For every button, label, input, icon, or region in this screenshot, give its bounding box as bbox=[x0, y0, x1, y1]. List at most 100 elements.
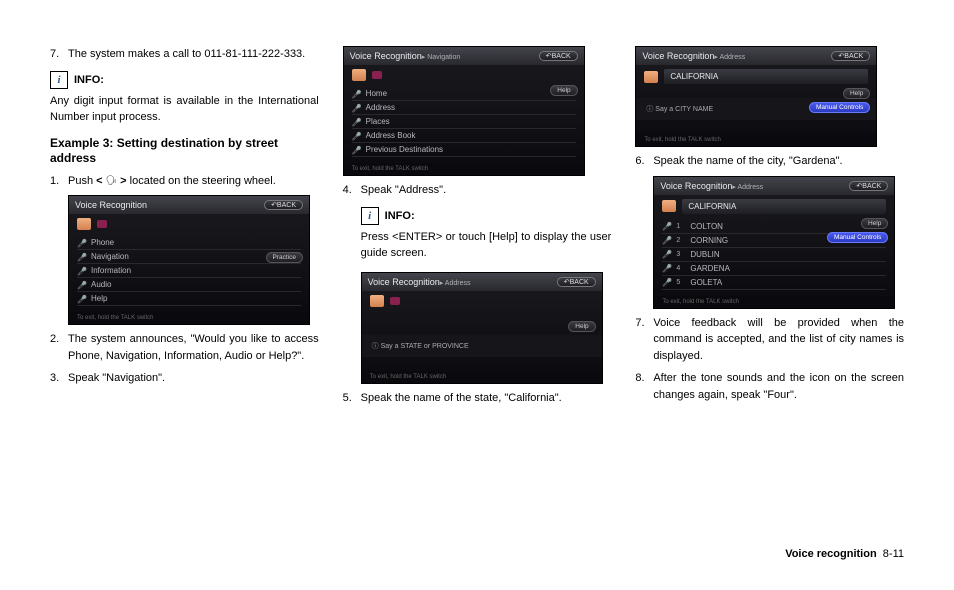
help-button[interactable]: Help bbox=[843, 88, 870, 99]
menu-item[interactable]: 🎤 Phone bbox=[77, 236, 301, 250]
item-label: GARDENA bbox=[690, 264, 886, 273]
manual-controls-button[interactable]: Manual Controls bbox=[827, 232, 888, 243]
avatar-row bbox=[344, 65, 584, 85]
menu-item[interactable]: 🎤Previous Destinations bbox=[352, 143, 576, 157]
avatar-icon bbox=[77, 218, 91, 230]
mic-icon: 🎤 bbox=[77, 267, 85, 275]
screen-header: Voice Recognition▸ Address ↶BACK bbox=[636, 47, 876, 65]
screen-header: Voice Recognition▸ Address ↶BACK bbox=[362, 273, 602, 291]
item-number: 4 bbox=[676, 265, 684, 272]
back-button[interactable]: ↶BACK bbox=[849, 181, 888, 191]
title-sub: ▸ Address bbox=[732, 184, 763, 191]
back-button[interactable]: ↶BACK bbox=[264, 200, 303, 210]
screen-footer: To exit, hold the TALK switch bbox=[636, 134, 876, 146]
help-button[interactable]: Help bbox=[568, 321, 595, 332]
screen-title: Voice Recognition▸ Address bbox=[642, 51, 745, 61]
menu-label: Places bbox=[366, 117, 576, 126]
item-label: COLTON bbox=[690, 222, 886, 231]
mic-icon: 🎤 bbox=[662, 236, 670, 244]
step-text: Speak "Address". bbox=[361, 182, 612, 199]
menu-item[interactable]: 🎤Home bbox=[352, 87, 576, 101]
menu-label: Help bbox=[91, 294, 301, 303]
mic-icon: 🎤 bbox=[662, 250, 670, 258]
info-icon: i bbox=[50, 71, 68, 89]
title-sub: ▸ Navigation bbox=[422, 54, 461, 61]
step-number: 8. bbox=[635, 370, 653, 403]
menu-item[interactable]: 🎤Audio bbox=[77, 278, 301, 292]
item-label: GOLETA bbox=[690, 278, 886, 287]
item-label: DUBLIN bbox=[690, 250, 886, 259]
page-columns: 7. The system makes a call to 011-81-111… bbox=[50, 40, 904, 412]
title-main: Voice Recognition bbox=[642, 51, 714, 61]
info-body: Any digit input format is available in t… bbox=[50, 93, 319, 126]
menu-label: Address Book bbox=[366, 131, 576, 140]
info-icon: i bbox=[361, 207, 379, 225]
menu-label: Home bbox=[366, 89, 576, 98]
help-button[interactable]: Help bbox=[550, 85, 577, 96]
list-item[interactable]: 🎤4GARDENA bbox=[662, 262, 886, 276]
list-item[interactable]: 🎤3DUBLIN bbox=[662, 248, 886, 262]
menu-item[interactable]: 🎤Information bbox=[77, 264, 301, 278]
page-number: 8-11 bbox=[883, 548, 904, 560]
step-8: 8. After the tone sounds and the icon on… bbox=[635, 370, 904, 403]
info-heading: i INFO: bbox=[361, 207, 612, 225]
practice-button[interactable]: Practice bbox=[266, 252, 303, 263]
step-7-prev: 7. The system makes a call to 011-81-111… bbox=[50, 46, 319, 63]
menu-list: 🎤Home 🎤Address 🎤Places 🎤Address Book 🎤Pr… bbox=[344, 85, 584, 163]
step-number: 1. bbox=[50, 173, 68, 190]
avatar-icon bbox=[644, 71, 658, 83]
item-number: 5 bbox=[676, 279, 684, 286]
back-button[interactable]: ↶BACK bbox=[539, 51, 578, 61]
screen-title: Voice Recognition▸ Address bbox=[660, 181, 763, 191]
mic-icon: 🎤 bbox=[77, 239, 85, 247]
column-2: Voice Recognition ▸ Navigation ↶BACK Help… bbox=[343, 40, 612, 412]
avatar-icon bbox=[370, 295, 384, 307]
list-item[interactable]: 🎤 5 GOLETA bbox=[662, 276, 886, 290]
menu-label: Address bbox=[366, 103, 576, 112]
step-4: 4. Speak "Address". bbox=[343, 182, 612, 199]
selected-state: CALIFORNIA bbox=[664, 69, 868, 84]
title-main: Voice Recognition bbox=[368, 277, 440, 287]
mic-icon: 🎤 bbox=[662, 222, 670, 230]
menu-label: Phone bbox=[91, 238, 301, 247]
step-text: Speak the name of the state, "California… bbox=[361, 390, 612, 407]
mic-icon: 🎤 bbox=[662, 278, 670, 286]
menu-list: 🎤Phone 🎤Navigation 🎤Information 🎤Audio 🎤… bbox=[69, 234, 309, 312]
screenshot-navigation: Voice Recognition▸ Navigation ↶BACK Help… bbox=[343, 46, 585, 176]
column-1: 7. The system makes a call to 011-81-111… bbox=[50, 40, 319, 412]
info-label: INFO: bbox=[74, 74, 104, 86]
screen-footer: To exit, hold the TALK switch bbox=[654, 296, 894, 308]
section-name: Voice recognition bbox=[785, 548, 876, 560]
step-text: After the tone sounds and the icon on th… bbox=[653, 370, 904, 403]
screen-footer: To exit, hold the TALK switch bbox=[69, 312, 309, 324]
menu-label: Audio bbox=[91, 280, 301, 289]
step-7: 7. Voice feedback will be provided when … bbox=[635, 315, 904, 365]
menu-item[interactable]: 🎤Help bbox=[77, 292, 301, 306]
step-number: 2. bbox=[50, 331, 68, 364]
step-number: 6. bbox=[635, 153, 653, 170]
step-text: Push < 🗣 > located on the steering wheel… bbox=[68, 173, 319, 190]
step-1: 1. Push < 🗣 > located on the steering wh… bbox=[50, 173, 319, 190]
screenshot-address-city: Voice Recognition▸ Address ↶BACK CALIFOR… bbox=[635, 46, 877, 147]
menu-item[interactable]: 🎤Places bbox=[352, 115, 576, 129]
avatar-row bbox=[362, 291, 602, 311]
back-button[interactable]: ↶BACK bbox=[557, 277, 596, 287]
step-text: Voice feedback will be provided when the… bbox=[653, 315, 904, 365]
step-text: The system announces, "Would you like to… bbox=[68, 331, 319, 364]
info-body: Press <ENTER> or touch [Help] to display… bbox=[361, 229, 612, 262]
screenshot-voice-main: Voice Recognition ↶BACK Practice 🎤Phone … bbox=[68, 195, 310, 325]
help-button[interactable]: Help bbox=[861, 218, 888, 229]
menu-item[interactable]: 🎤 Address Book bbox=[352, 129, 576, 143]
mic-icon: 🎤 bbox=[352, 146, 360, 154]
title-sub: ▸ Address bbox=[714, 54, 745, 61]
mic-icon: 🎤 bbox=[352, 132, 360, 140]
step-5: 5. Speak the name of the state, "Califor… bbox=[343, 390, 612, 407]
step-text: The system makes a call to 011-81-111-22… bbox=[68, 46, 319, 63]
mic-icon: 🎤 bbox=[352, 104, 360, 112]
manual-controls-button[interactable]: Manual Controls bbox=[809, 102, 870, 113]
step-number: 7. bbox=[50, 46, 68, 63]
step-2: 2. The system announces, "Would you like… bbox=[50, 331, 319, 364]
back-button[interactable]: ↶BACK bbox=[831, 51, 870, 61]
step-text: Speak "Navigation". bbox=[68, 370, 319, 387]
menu-item[interactable]: 🎤 Address bbox=[352, 101, 576, 115]
